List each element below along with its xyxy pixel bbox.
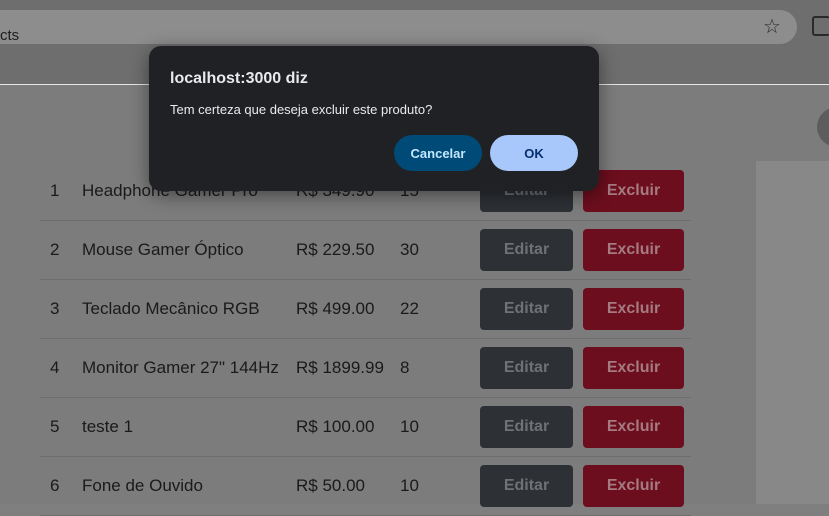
address-bar[interactable]: cts [0, 10, 797, 44]
product-id: 6 [50, 475, 60, 495]
product-quantity: 30 [400, 239, 419, 259]
table-row: 3 Teclado Mecânico RGB R$ 499.00 22 Editar Ex… [40, 279, 691, 339]
products-panel: 1Headphone Gamer ProR$ 349.9015EditarExc… [0, 161, 756, 516]
product-quantity: 8 [400, 357, 410, 377]
product-price: R$ 499.00 [296, 298, 375, 318]
product-price: R$ 50.00 [296, 475, 365, 495]
product-price: R$ 1899.99 [296, 357, 384, 377]
delete-button[interactable]: Excluir [583, 405, 684, 448]
avatar[interactable] [817, 107, 829, 147]
confirm-dialog: localhost:3000 diz Tem certeza que desej… [149, 46, 599, 191]
product-quantity: 10 [400, 416, 419, 436]
product-quantity: 10 [400, 475, 419, 495]
delete-button[interactable]: Excluir [583, 287, 684, 330]
dialog-message: Tem certeza que deseja excluir este prod… [170, 102, 433, 117]
edit-button[interactable]: Editar [480, 405, 573, 448]
product-price: R$ 100.00 [296, 416, 375, 436]
table-row: 6 Fone de Ouvido R$ 50.00 10 Editar Excluir [40, 456, 691, 516]
side-panel [756, 161, 829, 504]
product-id: 5 [50, 416, 60, 436]
product-price: R$ 229.50 [296, 239, 375, 259]
delete-button[interactable]: Excluir [583, 228, 684, 271]
product-id: 2 [50, 239, 60, 259]
product-id: 3 [50, 298, 60, 318]
delete-button[interactable]: Excluir [583, 464, 684, 507]
table-row: 5 teste 1 R$ 100.00 10 Editar Excluir [40, 397, 691, 457]
delete-button[interactable]: Excluir [583, 346, 684, 389]
ok-button[interactable]: OK [490, 135, 578, 171]
edit-button[interactable]: Editar [480, 228, 573, 271]
product-name: Teclado Mecânico RGB [82, 298, 260, 318]
address-bar-text: cts [0, 27, 20, 44]
product-id: 1 [50, 180, 60, 200]
star-icon[interactable]: ☆ [763, 14, 781, 39]
product-name: teste 1 [82, 416, 134, 436]
puzzle-icon[interactable] [812, 16, 829, 36]
product-name: Fone de Ouvido [82, 475, 203, 495]
product-id: 4 [50, 357, 60, 377]
cancel-button[interactable]: Cancelar [394, 135, 482, 171]
table-row: 4 Monitor Gamer 27" 144Hz R$ 1899.99 8 Edita… [40, 338, 691, 398]
edit-button[interactable]: Editar [480, 346, 573, 389]
product-name: Monitor Gamer 27" 144Hz [82, 357, 279, 377]
edit-button[interactable]: Editar [480, 464, 573, 507]
product-quantity: 22 [400, 298, 419, 318]
dialog-title: localhost:3000 diz [170, 70, 308, 87]
product-name: Mouse Gamer Óptico [82, 239, 244, 259]
edit-button[interactable]: Editar [480, 287, 573, 330]
table-row: 2 Mouse Gamer Óptico R$ 229.50 30 Editar Excl… [40, 220, 691, 280]
